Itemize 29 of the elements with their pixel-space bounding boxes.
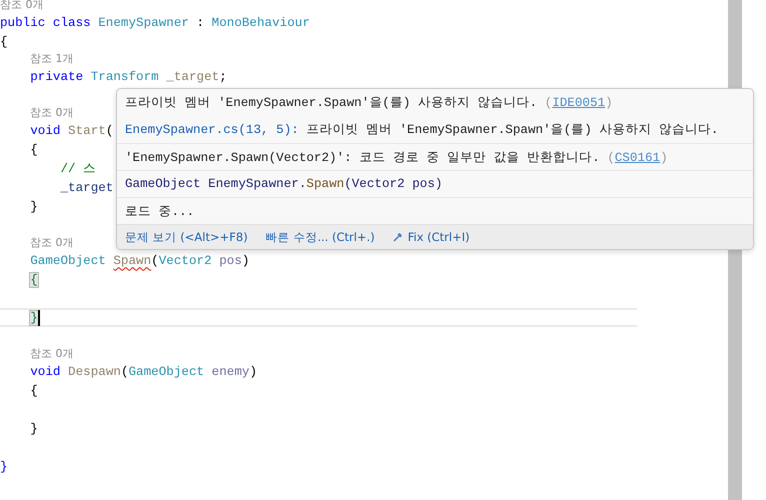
- code-line: {: [29, 384, 38, 398]
- code-line: {: [29, 142, 38, 156]
- code-line: private Transform _target;: [29, 70, 227, 84]
- file-location-link[interactable]: EnemySpawner.cs(13, 5):: [125, 123, 299, 137]
- code-line: }: [0, 460, 8, 474]
- error-code-link[interactable]: IDE0051: [552, 96, 606, 110]
- popup-action-link[interactable]: 문제 보기 (<Alt>+F8): [125, 230, 248, 244]
- code-line: void Despawn(GameObject enemy): [29, 364, 257, 378]
- diagnostic-message: GameObject EnemySpawner.Spawn(Vector2 pos): [125, 177, 442, 191]
- code-line: }: [29, 422, 38, 436]
- popup-action-link[interactable]: Fix (Ctrl+I): [392, 230, 470, 244]
- codelens-reference[interactable]: 참조 0개: [30, 106, 74, 119]
- codelens-reference[interactable]: 참조 0개: [30, 347, 74, 360]
- diagnostic-message: 프라이빗 멤버 'EnemySpawner.Spawn'을(를) 사용하지 않습니다. (IDE0051): [125, 95, 613, 111]
- popup-action-link[interactable]: 빠른 수정... (Ctrl+.): [266, 230, 375, 244]
- codelens-reference[interactable]: 참조 0개: [0, 0, 44, 11]
- codelens-reference[interactable]: 참조 0개: [30, 236, 74, 249]
- diagnostic-message: 'EnemySpawner.Spawn(Vector2)': 코드 경로 중 일부만 값을 반환합니다. (CS0161): [125, 150, 668, 166]
- code-line: GameObject Spawn(Vector2 pos): [29, 254, 250, 268]
- diagnostic-message: 로드 중...: [125, 204, 194, 220]
- codelens-reference[interactable]: 참조 1개: [30, 52, 74, 65]
- code-line: // 스: [59, 161, 96, 177]
- code-line: public class EnemySpawner : MonoBehaviour: [0, 16, 310, 30]
- error-code-link[interactable]: CS0161: [614, 150, 660, 164]
- code-line: }: [29, 200, 38, 214]
- code-line: {: [0, 34, 8, 48]
- code-line: _target: [59, 180, 114, 194]
- code-line: void Start(: [29, 124, 114, 138]
- diagnostic-message: EnemySpawner.cs(13, 5): 프라이빗 멤버 'EnemySpawner.Spawn'을(를) 사용하지 않습니다.: [125, 122, 718, 138]
